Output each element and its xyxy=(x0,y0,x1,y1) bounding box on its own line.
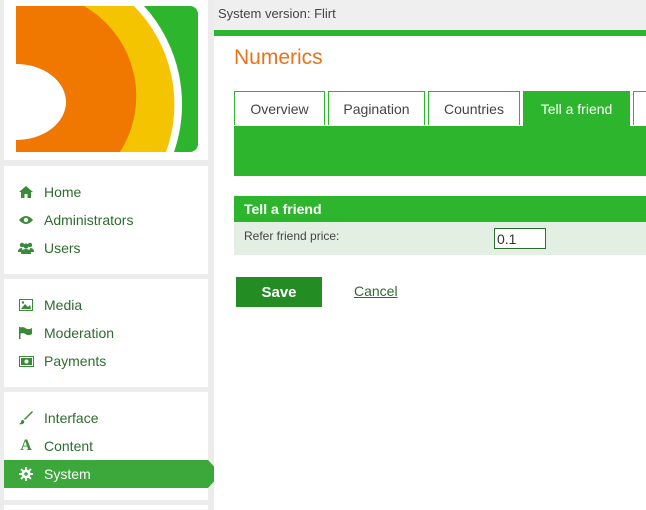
form-row: Refer friend price: xyxy=(234,222,646,255)
tab-countries[interactable]: Countries xyxy=(428,91,520,125)
main-content: Numerics Overview Pagination Countries T… xyxy=(214,30,646,510)
sidebar-item-label: Users xyxy=(44,240,81,256)
system-version: System version: Flirt xyxy=(218,6,336,21)
sidebar-item-payments[interactable]: Payments xyxy=(4,347,208,375)
sidebar-item-label: Home xyxy=(44,184,82,200)
users-icon xyxy=(18,240,34,256)
refer-friend-price-label: Refer friend price: xyxy=(244,229,340,243)
sidebar-item-label: Interface xyxy=(44,410,99,426)
sidebar-item-interface[interactable]: Interface xyxy=(4,404,208,432)
sidebar-item-label: Content xyxy=(44,438,94,454)
section-title: Tell a friend xyxy=(234,196,646,222)
image-icon xyxy=(18,297,34,313)
tabs-strip xyxy=(234,126,646,176)
tab-pagination[interactable]: Pagination xyxy=(328,91,425,125)
sidebar-item-system[interactable]: System xyxy=(4,460,221,488)
tab-more[interactable] xyxy=(633,91,646,125)
logo[interactable] xyxy=(4,0,208,160)
logo-icon xyxy=(16,6,198,152)
cancel-link[interactable]: Cancel xyxy=(354,283,398,299)
sidebar-item-home[interactable]: Home xyxy=(4,178,208,206)
save-button[interactable]: Save xyxy=(236,277,322,307)
eye-icon xyxy=(18,212,34,228)
sidebar-item-label: Moderation xyxy=(44,325,115,341)
sidebar-item-administrators[interactable]: Administrators xyxy=(4,206,208,234)
menu-group-media: Media Moderation Payments xyxy=(4,279,208,387)
menu-group-extra xyxy=(4,505,208,510)
sidebar-item-content[interactable]: A Content xyxy=(4,432,208,460)
sidebar-item-label: Payments xyxy=(44,353,107,369)
sidebar-item-moderation[interactable]: Moderation xyxy=(4,319,208,347)
refer-friend-price-input[interactable] xyxy=(494,228,546,249)
tab-tell-a-friend[interactable]: Tell a friend xyxy=(523,91,630,126)
sidebar-item-label: System xyxy=(44,466,91,482)
page-title: Numerics xyxy=(234,46,323,69)
home-icon xyxy=(18,184,34,200)
menu-group-main: Home Administrators Users xyxy=(4,166,208,274)
sidebar-item-media[interactable]: Media xyxy=(4,291,208,319)
gear-icon xyxy=(18,466,34,482)
brush-icon xyxy=(18,410,34,426)
sidebar-item-users[interactable]: Users xyxy=(4,234,208,262)
tab-overview[interactable]: Overview xyxy=(234,91,325,125)
top-bar: System version: Flirt xyxy=(214,0,646,30)
menu-group-settings: Interface A Content System xyxy=(4,392,221,500)
sidebar-item-label: Media xyxy=(44,297,83,313)
flag-icon xyxy=(18,325,34,341)
money-icon xyxy=(18,353,34,369)
font-icon: A xyxy=(20,437,32,454)
sidebar: Home Administrators Users Media Moderati… xyxy=(0,0,221,510)
sidebar-item-label: Administrators xyxy=(44,212,134,228)
